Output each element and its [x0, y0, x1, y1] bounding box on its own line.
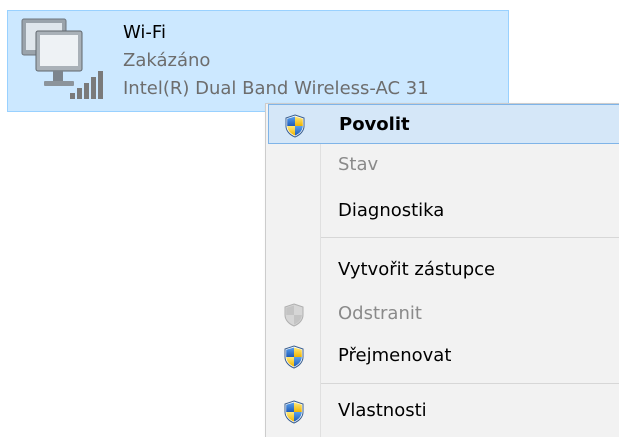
- uac-shield-icon: [283, 400, 305, 424]
- menu-separator: [321, 237, 619, 238]
- menu-item-label: Odstranit: [338, 303, 422, 324]
- adapter-details: Wi-Fi Zakázáno Intel(R) Dual Band Wirele…: [123, 19, 429, 103]
- menu-item-diagnose[interactable]: Diagnostika: [268, 191, 619, 231]
- uac-shield-gray-icon: [283, 303, 305, 327]
- menu-item-rename[interactable]: Přejmenovat: [268, 336, 619, 376]
- adapter-status: Zakázáno: [123, 50, 211, 71]
- menu-item-status[interactable]: Stav: [268, 145, 619, 185]
- menu-item-delete[interactable]: Odstranit: [268, 294, 619, 334]
- wifi-adapter-tile[interactable]: Wi-Fi Zakázáno Intel(R) Dual Band Wirele…: [7, 10, 509, 112]
- menu-item-enable[interactable]: Povolit: [268, 104, 619, 144]
- menu-item-label: Přejmenovat: [338, 345, 452, 366]
- menu-item-label: Vytvořit zástupce: [338, 259, 496, 280]
- adapter-device: Intel(R) Dual Band Wireless-AC 31: [123, 78, 429, 99]
- uac-shield-icon: [284, 114, 306, 138]
- menu-item-label: Povolit: [339, 114, 410, 135]
- network-connections-window: Wi-Fi Zakázáno Intel(R) Dual Band Wirele…: [0, 0, 619, 437]
- menu-item-label: Vlastnosti: [338, 400, 427, 421]
- menu-separator: [321, 383, 619, 384]
- menu-item-label: Stav: [338, 154, 379, 175]
- uac-shield-icon: [283, 345, 305, 369]
- menu-item-label: Diagnostika: [338, 200, 445, 221]
- menu-item-properties[interactable]: Vlastnosti: [268, 391, 619, 431]
- context-menu: Povolit Stav Diagnostika Vytvořit zástup…: [265, 103, 619, 437]
- network-computers-icon: [18, 15, 112, 109]
- adapter-name: Wi-Fi: [123, 22, 166, 43]
- menu-item-create-shortcut[interactable]: Vytvořit zástupce: [268, 250, 619, 290]
